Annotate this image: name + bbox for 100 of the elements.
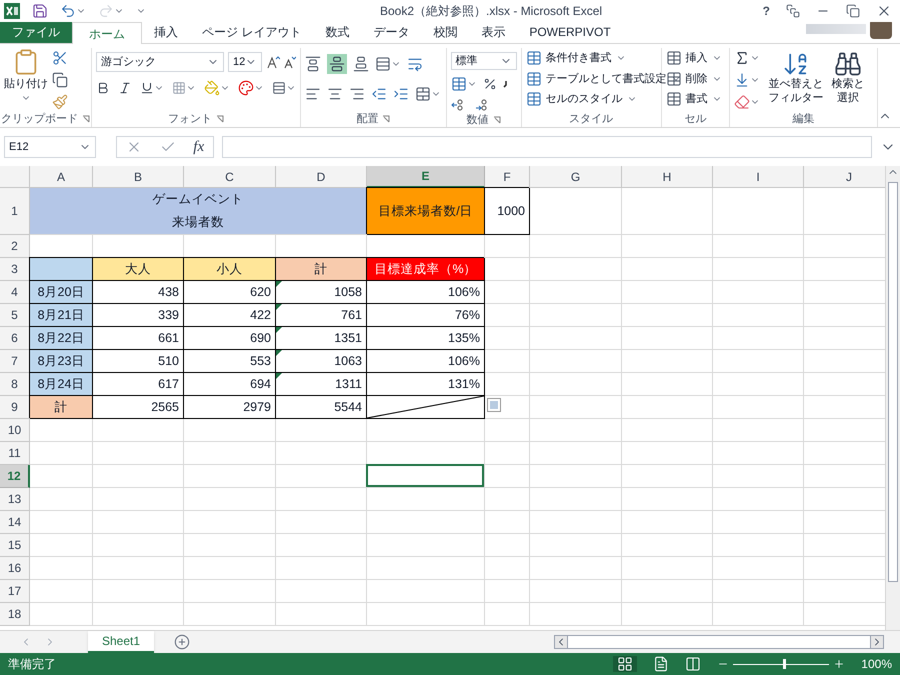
row-header[interactable]: 7 [0, 350, 30, 373]
ribbon-tab[interactable]: 挿入 [142, 21, 190, 43]
row-header[interactable]: 11 [0, 442, 30, 465]
cut-icon[interactable] [52, 50, 68, 66]
paste-options-icon[interactable] [487, 398, 501, 412]
fill-color-icon[interactable] [204, 80, 220, 96]
dialog-launcher-icon[interactable] [82, 115, 90, 123]
column-header[interactable]: A [30, 166, 93, 188]
cells-menu-button[interactable]: 書式 [666, 91, 722, 108]
column-header[interactable]: G [530, 166, 622, 188]
row-header[interactable]: 3 [0, 258, 30, 281]
percent-icon[interactable] [482, 77, 497, 91]
font-name-field[interactable]: 游ゴシック [96, 52, 224, 72]
restore-icon[interactable] [846, 4, 860, 18]
row-header[interactable]: 16 [0, 557, 30, 580]
page-break-view-icon[interactable] [685, 656, 702, 672]
dialog-launcher-icon[interactable] [216, 115, 224, 123]
row-header[interactable]: 14 [0, 511, 30, 534]
row-header[interactable]: 18 [0, 603, 30, 626]
ribbon-tab[interactable]: 数式 [313, 21, 362, 43]
font-size-field[interactable]: 12 [228, 52, 262, 72]
row-header[interactable]: 17 [0, 580, 30, 603]
zoom-level-text[interactable]: 100% [861, 655, 892, 673]
decrease-indent-icon[interactable] [371, 86, 387, 102]
align-bottom-icon[interactable] [353, 56, 369, 72]
normal-view-icon[interactable] [617, 656, 634, 672]
column-header[interactable]: D [276, 166, 367, 188]
formula-field[interactable] [222, 136, 872, 158]
number-format-field[interactable]: 標準 [450, 52, 517, 70]
wrap-text-icon[interactable] [407, 56, 423, 72]
zoom-in-icon[interactable] [833, 658, 846, 670]
page-layout-view-icon[interactable] [653, 656, 670, 672]
column-header[interactable]: H [622, 166, 713, 188]
align-middle-button[interactable] [327, 54, 347, 74]
row-header[interactable]: 10 [0, 419, 30, 442]
comma-icon[interactable] [502, 80, 508, 88]
cells-menu-button[interactable]: 挿入 [666, 50, 722, 66]
scrollbar-thumb[interactable] [567, 636, 871, 648]
ribbon-tab[interactable]: データ [361, 21, 422, 43]
row-header[interactable]: 4 [0, 281, 30, 304]
paste-button[interactable]: 貼り付け [4, 48, 48, 111]
align-top-icon[interactable] [305, 56, 321, 72]
column-header[interactable]: E [367, 166, 485, 188]
row-header[interactable]: 2 [0, 235, 30, 258]
font-color-icon[interactable] [238, 80, 254, 96]
italic-icon[interactable] [118, 81, 132, 95]
dialog-launcher-icon[interactable] [382, 115, 390, 123]
table-cell [30, 534, 93, 557]
cells-menu-button[interactable]: 削除 [666, 70, 722, 87]
scrollbar-thumb[interactable] [888, 182, 898, 582]
style-menu-button[interactable]: テーブルとして書式設定 [526, 70, 681, 87]
row-header[interactable]: 1 [0, 188, 30, 235]
column-header[interactable]: F [485, 166, 530, 188]
ribbon-display-icon[interactable] [786, 4, 800, 18]
ribbon-tab[interactable]: ホーム [72, 22, 142, 44]
ribbon-tab[interactable]: 校閲 [421, 21, 470, 43]
zoom-slider-thumb[interactable] [783, 659, 786, 669]
add-sheet-icon[interactable] [174, 634, 190, 650]
column-header[interactable]: B [93, 166, 184, 188]
column-header[interactable]: C [184, 166, 276, 188]
grow-font-icon[interactable] [266, 55, 280, 69]
ribbon-tab[interactable]: ページ レイアウト [190, 21, 314, 43]
clear-icon[interactable] [734, 94, 750, 110]
row-header[interactable]: 5 [0, 304, 30, 327]
increase-indent-icon[interactable] [393, 86, 409, 102]
cell-text: 106% [448, 284, 480, 301]
copy-icon[interactable] [52, 72, 68, 88]
bold-icon[interactable] [96, 81, 110, 95]
file-tab[interactable]: ファイル [0, 21, 72, 43]
cell-text: 761 [341, 306, 362, 324]
format-painter-icon[interactable] [52, 94, 68, 110]
align-center-icon[interactable] [327, 86, 343, 102]
underline-icon[interactable] [140, 81, 154, 95]
style-menu-button[interactable]: セルのスタイル [526, 91, 681, 108]
ribbon-tab[interactable]: 表示 [469, 21, 518, 43]
row-header[interactable]: 9 [0, 396, 30, 419]
sort-filter-button[interactable]: 並べ替えと フィルター [768, 50, 824, 111]
row-header[interactable]: 12 [0, 465, 30, 488]
ribbon-tab[interactable]: POWERPIVOT [517, 21, 623, 43]
app-logo-icon[interactable] [4, 3, 20, 19]
column-header[interactable]: J [804, 166, 885, 188]
style-menu-button[interactable]: 条件付き書式 [526, 50, 681, 66]
undo-icon[interactable] [60, 3, 76, 19]
dialog-launcher-icon[interactable] [492, 116, 501, 124]
row-header[interactable]: 15 [0, 534, 30, 557]
sheet-tab[interactable]: Sheet1 [88, 631, 154, 653]
find-select-button[interactable]: 検索と 選択 [831, 50, 864, 111]
column-header[interactable]: I [713, 166, 804, 188]
name-box[interactable]: E12 [4, 136, 96, 158]
shrink-font-icon[interactable] [284, 55, 296, 69]
align-right-icon[interactable] [349, 86, 365, 102]
align-left-icon[interactable] [305, 86, 321, 102]
row-header[interactable]: 13 [0, 488, 30, 511]
row-header[interactable]: 6 [0, 327, 30, 350]
help-button[interactable]: ? [762, 2, 770, 20]
insert-function-button[interactable]: fx [193, 136, 204, 158]
save-icon[interactable] [32, 3, 48, 19]
row-header[interactable]: 8 [0, 373, 30, 396]
merge-icon[interactable] [415, 86, 431, 102]
borders-icon[interactable] [172, 81, 186, 95]
